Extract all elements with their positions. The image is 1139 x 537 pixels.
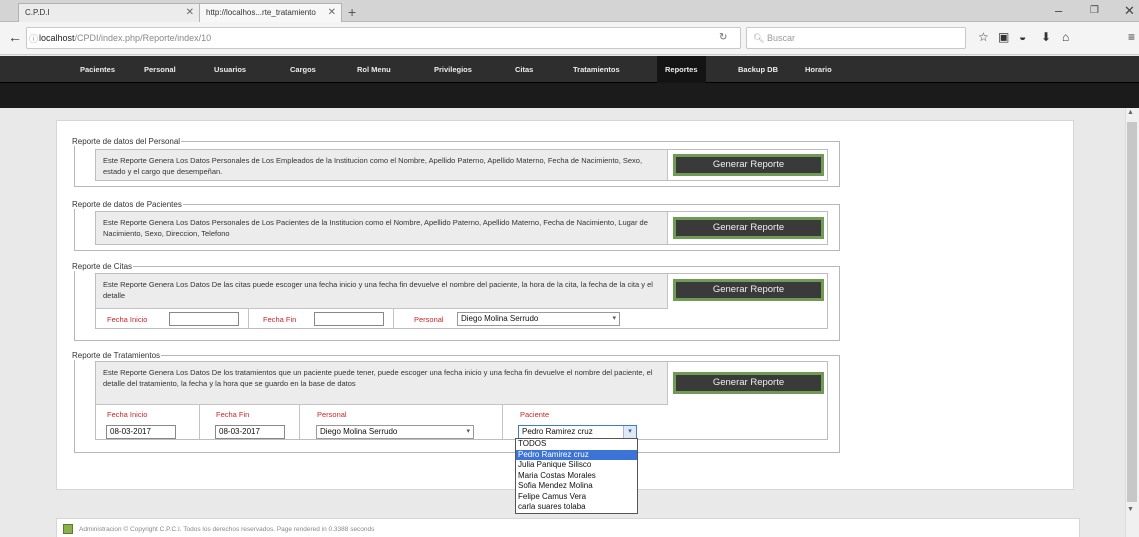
generar-reporte-citas-button[interactable]: Generar Reporte xyxy=(673,279,824,301)
page-footer: Administracion © Copyright C.P.C.I. Todo… xyxy=(56,518,1080,537)
report-pacientes-row: Este Reporte Genera Los Datos Personales… xyxy=(95,211,828,245)
close-tab-icon[interactable]: ✕ xyxy=(186,7,194,18)
report-tratamientos-row: Este Reporte Genera Los Datos De los tra… xyxy=(95,361,828,440)
chevron-down-icon: ▾ xyxy=(612,315,616,322)
dropdown-option[interactable]: Maria Costas Morales xyxy=(516,471,637,482)
dropdown-option[interactable]: Felipe Camus Vera xyxy=(516,492,637,503)
report-tratamientos-legend: Reporte de Tratamientos xyxy=(72,351,161,360)
header-band xyxy=(0,83,1139,108)
browser-tab-active[interactable]: http://localhos...rte_tratamiento ✕ xyxy=(199,3,342,22)
menu-item-pacientes[interactable]: Pacientes xyxy=(76,56,119,83)
menu-item-cargos[interactable]: Cargos xyxy=(286,56,320,83)
dropdown-option[interactable]: Sofia Mendez Molina xyxy=(516,481,637,492)
citas-fecha-fin-input[interactable] xyxy=(314,312,384,326)
download-icon[interactable]: ⬇ xyxy=(1041,30,1051,44)
footer-text: Administracion © Copyright C.P.C.I. Todo… xyxy=(79,526,375,533)
report-citas-description: Este Reporte Genera Los Datos De las cit… xyxy=(96,274,668,308)
scroll-down-icon[interactable]: ▼ xyxy=(1127,506,1134,513)
logo-icon xyxy=(63,524,73,534)
tratamientos-fecha-fin-label: Fecha Fin xyxy=(216,410,250,419)
citas-fecha-fin-label: Fecha Fin xyxy=(263,315,297,324)
chevron-down-icon: ▾ xyxy=(466,428,470,435)
citas-personal-select[interactable]: Diego Molina Serrudo ▾ xyxy=(457,312,620,326)
dropdown-option-highlighted[interactable]: Pedro Ramirez cruz xyxy=(516,449,637,460)
browser-tab-bar: C.P.D.I ✕ http://localhos...rte_tratamie… xyxy=(0,0,1139,22)
reload-icon[interactable]: ↻ xyxy=(719,32,727,43)
star-icon[interactable]: ☆ xyxy=(978,30,989,44)
tab-title: C.P.D.I xyxy=(25,8,50,17)
generar-reporte-pacientes-button[interactable]: Generar Reporte xyxy=(673,217,824,239)
menu-item-horario[interactable]: Horario xyxy=(801,56,836,83)
search-bar[interactable]: 🔍︎ Buscar xyxy=(746,27,966,49)
tratamientos-paciente-value: Pedro Ramirez cruz xyxy=(522,427,593,436)
tratamientos-fecha-inicio-input[interactable]: 08-03-2017 xyxy=(106,425,176,439)
report-pacientes-legend: Reporte de datos de Pacientes xyxy=(72,200,182,209)
tab-title: http://localhos...rte_tratamiento xyxy=(206,8,316,17)
menu-item-citas[interactable]: Citas xyxy=(511,56,537,83)
close-tab-icon[interactable]: ✕ xyxy=(328,7,336,18)
scroll-up-icon[interactable]: ▲ xyxy=(1127,109,1134,116)
citas-filter-row: Fecha Inicio Fecha Fin Personal Diego Mo… xyxy=(96,308,668,328)
tratamientos-personal-value: Diego Molina Serrudo xyxy=(320,427,398,436)
divider xyxy=(502,405,503,439)
url-text: localhost/CPDI/index.php/Reporte/index/1… xyxy=(39,33,212,43)
reader-icon[interactable]: ▣ xyxy=(998,30,1009,44)
divider xyxy=(393,309,394,328)
menu-item-rol-menu[interactable]: Rol Menu xyxy=(353,56,395,83)
menu-item-tratamientos[interactable]: Tratamientos xyxy=(569,56,624,83)
citas-fecha-inicio-label: Fecha Inicio xyxy=(107,315,148,324)
divider xyxy=(299,405,300,439)
tratamientos-personal-select[interactable]: Diego Molina Serrudo ▾ xyxy=(316,425,474,439)
menu-item-usuarios[interactable]: Usuarios xyxy=(210,56,250,83)
tratamientos-paciente-label: Paciente xyxy=(520,410,550,419)
generar-reporte-personal-button[interactable]: Generar Reporte xyxy=(673,154,824,176)
report-tratamientos-description: Este Reporte Genera Los Datos De los tra… xyxy=(96,362,668,404)
report-personal-description: Este Reporte Genera Los Datos Personales… xyxy=(96,150,668,180)
citas-personal-label: Personal xyxy=(414,315,444,324)
tratamientos-fecha-fin-input[interactable]: 08-03-2017 xyxy=(215,425,285,439)
tratamientos-fecha-inicio-label: Fecha Inicio xyxy=(107,410,148,419)
report-citas-legend: Reporte de Citas xyxy=(72,262,133,271)
site-info-icon[interactable]: ⓘ xyxy=(29,32,38,45)
divider xyxy=(199,405,200,439)
browser-nav-bar: ← ⓘ localhost/CPDI/index.php/Reporte/ind… xyxy=(0,22,1139,55)
report-pacientes-description: Este Reporte Genera Los Datos Personales… xyxy=(96,212,668,244)
dropdown-option[interactable]: TODOS xyxy=(516,439,637,450)
tratamientos-filter-row: Fecha Inicio 08-03-2017 Fecha Fin 08-03-… xyxy=(96,404,668,439)
minimize-icon[interactable]: – xyxy=(1055,3,1062,18)
maximize-icon[interactable]: ❐ xyxy=(1090,5,1099,16)
citas-personal-value: Diego Molina Serrudo xyxy=(461,314,539,323)
pocket-icon[interactable]: ◒ xyxy=(1019,30,1026,44)
paciente-dropdown-list: TODOS Pedro Ramirez cruz Julia Panique S… xyxy=(515,438,638,514)
report-citas-row: Este Reporte Genera Los Datos De las cit… xyxy=(95,273,828,329)
tratamientos-paciente-select[interactable]: Pedro Ramirez cruz ▾ xyxy=(518,425,637,439)
menu-item-reportes[interactable]: Reportes xyxy=(657,56,706,83)
report-personal-row: Este Reporte Genera Los Datos Personales… xyxy=(95,149,828,181)
browser-tab[interactable]: C.P.D.I ✕ xyxy=(18,3,200,22)
app-menu-bar: Pacientes Personal Usuarios Cargos Rol M… xyxy=(0,56,1139,83)
menu-item-privilegios[interactable]: Privilegios xyxy=(430,56,476,83)
scrollbar-thumb[interactable] xyxy=(1127,122,1137,502)
home-icon[interactable]: ⌂ xyxy=(1062,30,1069,44)
report-personal-legend: Reporte de datos del Personal xyxy=(72,137,181,146)
search-placeholder: 🔍︎ Buscar xyxy=(753,33,795,43)
generar-reporte-tratamientos-button[interactable]: Generar Reporte xyxy=(673,372,824,394)
menu-item-personal[interactable]: Personal xyxy=(140,56,180,83)
back-arrow-icon[interactable]: ← xyxy=(8,29,22,45)
new-tab-icon[interactable]: + xyxy=(348,4,356,20)
divider xyxy=(248,309,249,328)
dropdown-option[interactable]: carla suares tolaba xyxy=(516,502,637,513)
url-bar[interactable]: ⓘ localhost/CPDI/index.php/Reporte/index… xyxy=(26,27,741,49)
menu-item-backup-db[interactable]: Backup DB xyxy=(734,56,782,83)
citas-fecha-inicio-input[interactable] xyxy=(169,312,239,326)
chevron-down-icon[interactable]: ▾ xyxy=(623,426,636,438)
tratamientos-personal-label: Personal xyxy=(317,410,347,419)
close-window-icon[interactable]: ✕ xyxy=(1124,3,1135,19)
dropdown-option[interactable]: Julia Panique Silisco xyxy=(516,460,637,471)
menu-icon[interactable]: ≡ xyxy=(1128,30,1135,44)
